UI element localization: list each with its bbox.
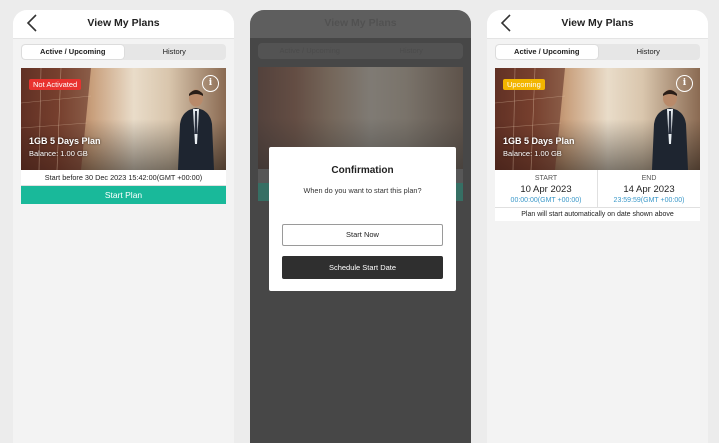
start-date: 10 Apr 2023 xyxy=(520,184,572,195)
schedule-start-date-button[interactable]: Schedule Start Date xyxy=(282,256,443,279)
screen-upcoming: View My Plans Active / Upcoming History … xyxy=(487,10,708,443)
start-label: START xyxy=(534,175,558,182)
top-bar: View My Plans xyxy=(13,10,234,39)
plan-name: 1GB 5 Days Plan xyxy=(29,136,101,146)
plan-card: Not Activated i 1GB 5 Days Plan Balance:… xyxy=(21,68,226,204)
dialog-title: Confirmation xyxy=(331,165,394,176)
page-title-dimmed: View My Plans xyxy=(324,17,397,29)
end-label: END xyxy=(641,175,657,182)
confirmation-dialog: Confirmation When do you want to start t… xyxy=(269,147,456,291)
end-date: 14 Apr 2023 xyxy=(623,184,675,195)
start-before-text: Start before 30 Dec 2023 15:42:00(GMT +0… xyxy=(21,170,226,186)
auto-start-note: Plan will start automatically on date sh… xyxy=(495,208,700,221)
start-plan-button[interactable]: Start Plan xyxy=(21,186,226,204)
tab-bar-dimmed: Active / Upcoming History xyxy=(258,43,463,59)
screen-not-activated: View My Plans Active / Upcoming History … xyxy=(13,10,234,443)
tab-bar: Active / Upcoming History xyxy=(21,44,226,60)
tab-history[interactable]: History xyxy=(124,45,226,59)
top-bar-dimmed: View My Plans xyxy=(250,10,471,38)
plan-banner-image: Upcoming i 1GB 5 Days Plan Balance: 1.00… xyxy=(495,68,700,170)
plan-balance: Balance: 1.00 GB xyxy=(503,149,562,158)
plan-banner-image: Not Activated i 1GB 5 Days Plan Balance:… xyxy=(21,68,226,170)
page-title: View My Plans xyxy=(561,17,634,29)
tab-active-upcoming[interactable]: Active / Upcoming xyxy=(22,45,124,59)
tab-history-dimmed: History xyxy=(399,46,423,55)
end-date-column: END 14 Apr 2023 23:59:59(GMT +00:00) xyxy=(597,170,700,207)
plan-name: 1GB 5 Days Plan xyxy=(503,136,575,146)
start-time: 00:00:00(GMT +00:00) xyxy=(510,197,582,204)
status-badge: Upcoming xyxy=(503,79,545,90)
tab-bar: Active / Upcoming History xyxy=(495,44,700,60)
dialog-message: When do you want to start this plan? xyxy=(303,186,422,195)
plan-balance: Balance: 1.00 GB xyxy=(29,149,88,158)
start-now-button[interactable]: Start Now xyxy=(282,224,443,246)
screen-confirmation-modal: View My Plans Active / Upcoming History … xyxy=(250,10,471,443)
end-time: 23:59:59(GMT +00:00) xyxy=(613,197,685,204)
businessman-figure xyxy=(178,89,214,170)
status-badge: Not Activated xyxy=(29,79,82,90)
tab-history[interactable]: History xyxy=(598,45,700,59)
businessman-figure xyxy=(652,89,688,170)
plan-dates: START 10 Apr 2023 00:00:00(GMT +00:00) E… xyxy=(495,170,700,208)
page-title: View My Plans xyxy=(87,17,160,29)
start-date-column: START 10 Apr 2023 00:00:00(GMT +00:00) xyxy=(495,170,597,207)
plan-card: Upcoming i 1GB 5 Days Plan Balance: 1.00… xyxy=(495,68,700,221)
tab-active-upcoming[interactable]: Active / Upcoming xyxy=(496,45,598,59)
top-bar: View My Plans xyxy=(487,10,708,39)
tab-active-upcoming-dimmed: Active / Upcoming xyxy=(279,46,340,55)
